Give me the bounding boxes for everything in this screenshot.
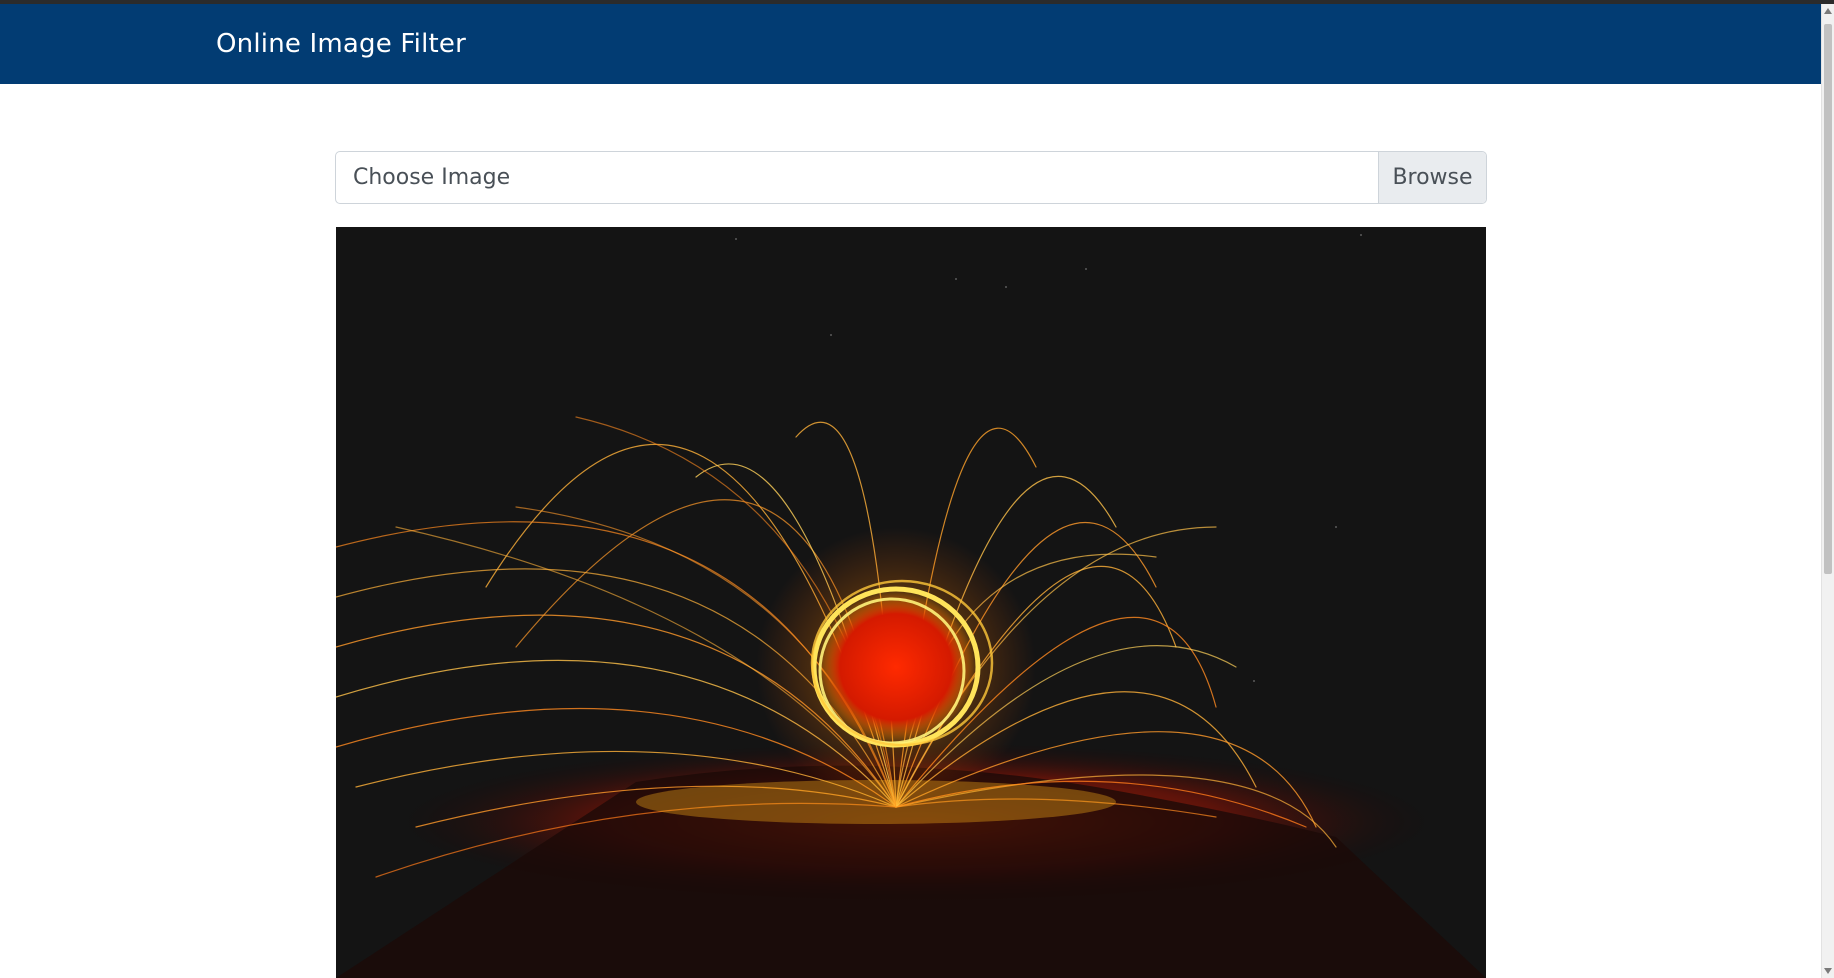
navbar-brand[interactable]: Online Image Filter [216,28,466,60]
image-file-input[interactable]: Choose Image Browse [335,151,1487,204]
file-input-label[interactable]: Choose Image [336,152,1378,203]
scroll-down-arrow-icon[interactable] [1824,968,1832,974]
image-preview [336,227,1486,978]
navbar: Online Image Filter [0,4,1821,84]
page-scrollbar[interactable] [1821,4,1834,978]
scroll-thumb[interactable] [1824,24,1832,574]
sparks-photo [336,227,1486,978]
browse-button[interactable]: Browse [1378,152,1486,203]
scroll-up-arrow-icon[interactable] [1824,8,1832,14]
